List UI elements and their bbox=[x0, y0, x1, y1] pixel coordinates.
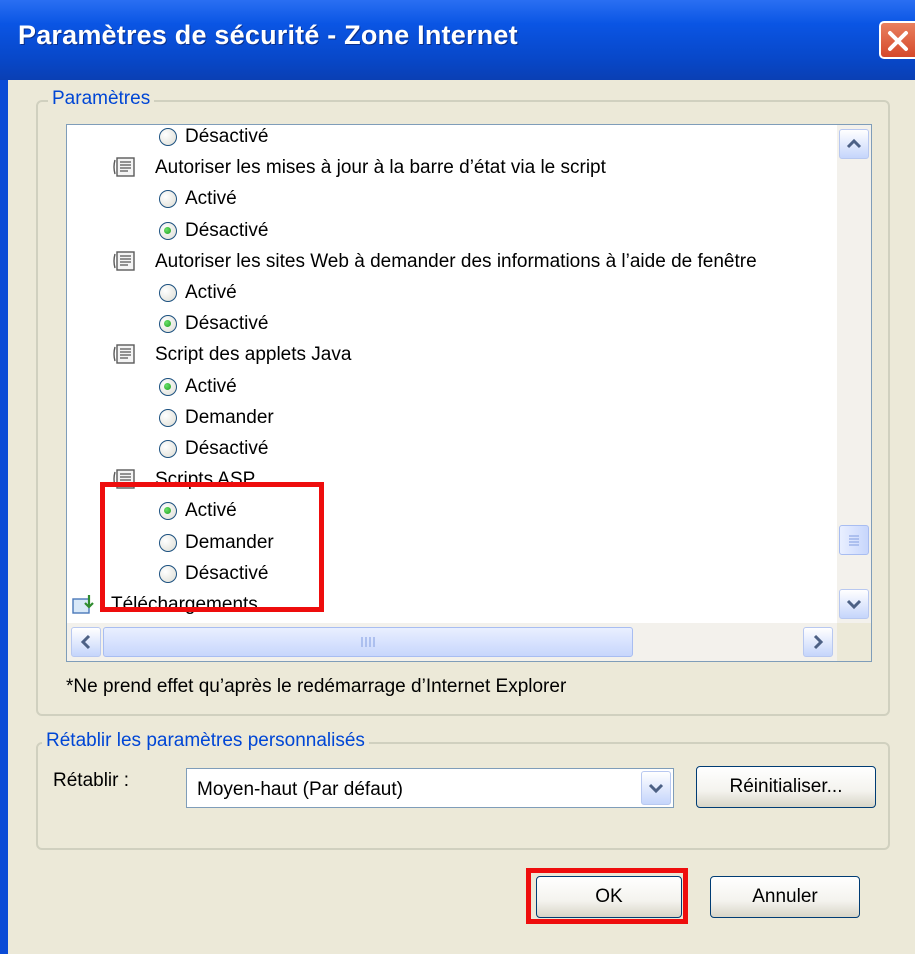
window-title: Paramètres de sécurité - Zone Internet bbox=[18, 20, 518, 50]
scrollbar-corner bbox=[837, 623, 871, 661]
tree-row-label: Désactivé bbox=[185, 219, 269, 241]
radio-checked-icon[interactable] bbox=[159, 221, 177, 240]
tree-row-label: Activé bbox=[185, 375, 237, 397]
reset-label: Rétablir : bbox=[53, 770, 130, 791]
tree-row-label: Autoriser les sites Web à demander des i… bbox=[155, 250, 757, 272]
horizontal-scrollbar[interactable] bbox=[67, 623, 837, 661]
reset-group-legend: Rétablir les paramètres personnalisés bbox=[42, 730, 369, 752]
vertical-scrollbar[interactable] bbox=[837, 125, 871, 623]
close-icon bbox=[888, 31, 908, 51]
reset-button[interactable]: Réinitialiser... bbox=[696, 766, 876, 808]
script-settings-icon bbox=[113, 251, 135, 271]
radio-unchecked-icon[interactable] bbox=[159, 284, 177, 302]
radio-unchecked-icon[interactable] bbox=[159, 408, 177, 427]
highlight-ok bbox=[526, 868, 688, 924]
dialog-client-area: Paramètres Désactivé Autoriser les mises … bbox=[8, 80, 915, 954]
chevron-down-icon bbox=[846, 599, 862, 610]
tree-row-label: Autoriser les mises à jour à la barre d’… bbox=[155, 157, 606, 179]
tree-row-label: Désactivé bbox=[185, 438, 269, 459]
grip-icon bbox=[361, 637, 375, 647]
download-icon bbox=[72, 595, 94, 614]
tree-row-label: Script des applets Java bbox=[155, 344, 352, 366]
grip-icon bbox=[849, 535, 859, 546]
radio-unchecked-icon[interactable] bbox=[159, 190, 177, 209]
chevron-left-icon bbox=[80, 634, 91, 650]
tree-row-label: Demander bbox=[185, 406, 274, 428]
chevron-right-icon bbox=[813, 634, 824, 650]
radio-checked-icon[interactable] bbox=[159, 315, 177, 334]
chevron-up-icon bbox=[846, 138, 862, 149]
radio-unchecked-icon[interactable] bbox=[159, 440, 177, 458]
tree-row-label: Désactivé bbox=[185, 126, 269, 147]
cancel-button[interactable]: Annuler bbox=[710, 876, 860, 918]
radio-checked-icon[interactable] bbox=[159, 377, 177, 396]
reset-level-select[interactable]: Moyen-haut (Par défaut) bbox=[186, 768, 674, 808]
tree-row-label: Désactivé bbox=[185, 313, 269, 335]
tree-row-label: Activé bbox=[185, 282, 237, 303]
scroll-up-button[interactable] bbox=[839, 129, 869, 159]
scroll-down-button[interactable] bbox=[839, 589, 869, 619]
scroll-left-button[interactable] bbox=[71, 627, 101, 657]
dropdown-button[interactable] bbox=[641, 771, 671, 805]
security-settings-dialog: Paramètres de sécurité - Zone Internet P… bbox=[0, 0, 915, 954]
title-bar[interactable]: Paramètres de sécurité - Zone Internet bbox=[0, 0, 915, 80]
radio-unchecked-icon[interactable] bbox=[159, 128, 177, 146]
script-settings-icon bbox=[113, 157, 135, 177]
tree-row-label: Activé bbox=[185, 188, 237, 210]
settings-group-legend: Paramètres bbox=[48, 88, 155, 110]
chevron-down-icon bbox=[648, 783, 664, 794]
scroll-right-button[interactable] bbox=[803, 627, 833, 657]
restart-note: *Ne prend effet qu’après le redémarrage … bbox=[66, 676, 567, 697]
close-button[interactable] bbox=[879, 21, 915, 59]
script-settings-icon bbox=[113, 344, 135, 365]
vertical-scroll-thumb[interactable] bbox=[839, 525, 869, 555]
reset-level-value: Moyen-haut (Par défaut) bbox=[197, 779, 403, 800]
highlight-scripts-asp bbox=[100, 482, 324, 612]
horizontal-scroll-thumb[interactable] bbox=[103, 627, 633, 657]
